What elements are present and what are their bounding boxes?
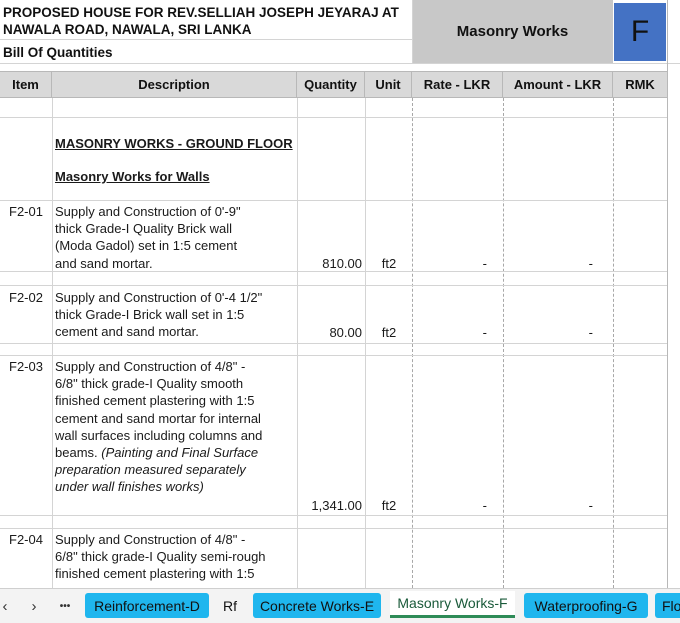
- grid-line: [667, 0, 668, 588]
- grid-line: [0, 515, 667, 516]
- grid-line: [0, 355, 667, 356]
- grid-line: [0, 117, 667, 118]
- description-line: Supply and Construction of 0'-4 1/2": [55, 290, 263, 305]
- column-header-quantity[interactable]: Quantity: [297, 71, 365, 98]
- grid-line: [0, 63, 680, 64]
- bill-of-quantities-label: Bill Of Quantities: [3, 45, 113, 60]
- section-letter-cell: F: [614, 3, 666, 61]
- item-code: F2-04: [9, 532, 43, 547]
- description-line: and sand mortar.: [55, 255, 153, 271]
- description-note: preparation measured separately: [55, 462, 246, 478]
- description-note: (Painting and Final Surface: [101, 445, 259, 460]
- description-line: thick Grade-I Quality Brick wall: [55, 221, 232, 237]
- column-header-amount[interactable]: Amount - LKR: [503, 71, 613, 98]
- rate-value: -: [482, 498, 487, 513]
- quantity-value: 1,341.00: [311, 498, 362, 513]
- grid-line: [0, 528, 667, 529]
- amount-value: -: [588, 325, 593, 340]
- column-header-description[interactable]: Description: [52, 71, 297, 98]
- unit-value: ft2: [381, 325, 397, 340]
- grid-line: [0, 200, 667, 201]
- amount-value: -: [588, 498, 593, 513]
- project-title-line2: NAWALA ROAD, NAWALA, SRI LANKA: [3, 22, 252, 37]
- sheet-tab-flo[interactable]: Flo: [655, 593, 680, 618]
- rate-value: -: [482, 325, 487, 340]
- section-heading-ground-floor: MASONRY WORKS - GROUND FLOOR: [55, 136, 293, 151]
- sheet-tab-rf[interactable]: Rf: [213, 593, 247, 618]
- description-line: beams. (Painting and Final Surface: [55, 444, 258, 461]
- chevron-left-icon[interactable]: ‹: [0, 596, 16, 618]
- quantity-value: 810.00: [322, 256, 362, 271]
- description-line: cement and sand mortar for internal: [55, 410, 261, 426]
- spreadsheet-grid[interactable]: PROPOSED HOUSE FOR REV.SELLIAH JOSEPH JE…: [0, 0, 680, 588]
- description-note: under wall finishes works): [55, 479, 204, 495]
- sheet-tab-masonry-works[interactable]: Masonry Works-F: [390, 591, 515, 618]
- item-description: Supply and Construction of 0'-9" thick G…: [55, 203, 295, 272]
- description-line: thick Grade-I Brick wall set in 1:5: [55, 307, 245, 323]
- unit-value: ft2: [381, 498, 397, 513]
- grid-line: [0, 285, 667, 286]
- grid-line: [0, 39, 412, 40]
- project-title: PROPOSED HOUSE FOR REV.SELLIAH JOSEPH JE…: [3, 4, 408, 38]
- chevron-right-icon[interactable]: ›: [23, 596, 45, 618]
- description-line: finished cement plastering with 1:5: [55, 393, 255, 409]
- amount-value: -: [588, 256, 593, 271]
- description-line: Supply and Construction of 4/8" -: [55, 532, 246, 547]
- column-header-unit[interactable]: Unit: [365, 71, 412, 98]
- column-header-rmk[interactable]: RMK: [613, 71, 668, 98]
- item-code: F2-03: [9, 359, 43, 374]
- sheet-tab-waterproofing[interactable]: Waterproofing-G: [524, 593, 648, 618]
- unit-value: ft2: [381, 256, 397, 271]
- item-description: Supply and Construction of 0'-4 1/2" thi…: [55, 289, 295, 341]
- grid-line: [412, 0, 413, 63]
- project-title-line1: PROPOSED HOUSE FOR REV.SELLIAH JOSEPH JE…: [3, 5, 399, 20]
- description-line: Supply and Construction of 0'-9": [55, 204, 241, 219]
- grid-line: [0, 343, 667, 344]
- item-description: Supply and Construction of 4/8" - 6/8" t…: [55, 358, 295, 496]
- column-header-item[interactable]: Item: [0, 71, 52, 98]
- description-line: 6/8" thick grade-I Quality semi-rough: [55, 549, 266, 565]
- rate-value: -: [482, 256, 487, 271]
- description-line: cement and sand mortar.: [55, 324, 199, 340]
- section-heading-walls: Masonry Works for Walls: [55, 169, 210, 184]
- sheet-tab-bar: ‹ › ••• Reinforcement-D Rf Concrete Work…: [0, 588, 680, 623]
- item-code: F2-01: [9, 204, 43, 219]
- description-line: 6/8" thick grade-I Quality smooth: [55, 376, 244, 392]
- quantity-value: 80.00: [329, 325, 362, 340]
- description-line: Supply and Construction of 4/8" -: [55, 359, 246, 374]
- item-code: F2-02: [9, 290, 43, 305]
- description-line: finished cement plastering with 1:5: [55, 566, 255, 582]
- description-line: (Moda Gadol) set in 1:5 cement: [55, 238, 238, 254]
- more-icon[interactable]: •••: [54, 596, 76, 618]
- sheet-tab-concrete-works[interactable]: Concrete Works-E: [253, 593, 381, 618]
- sheet-tab-reinforcement[interactable]: Reinforcement-D: [85, 593, 209, 618]
- description-text: beams.: [55, 445, 98, 460]
- section-title-cell: Masonry Works: [412, 0, 613, 63]
- item-description: Supply and Construction of 4/8" - 6/8" t…: [55, 531, 295, 583]
- column-header-rate[interactable]: Rate - LKR: [412, 71, 503, 98]
- description-line: wall surfaces including columns and: [55, 427, 263, 443]
